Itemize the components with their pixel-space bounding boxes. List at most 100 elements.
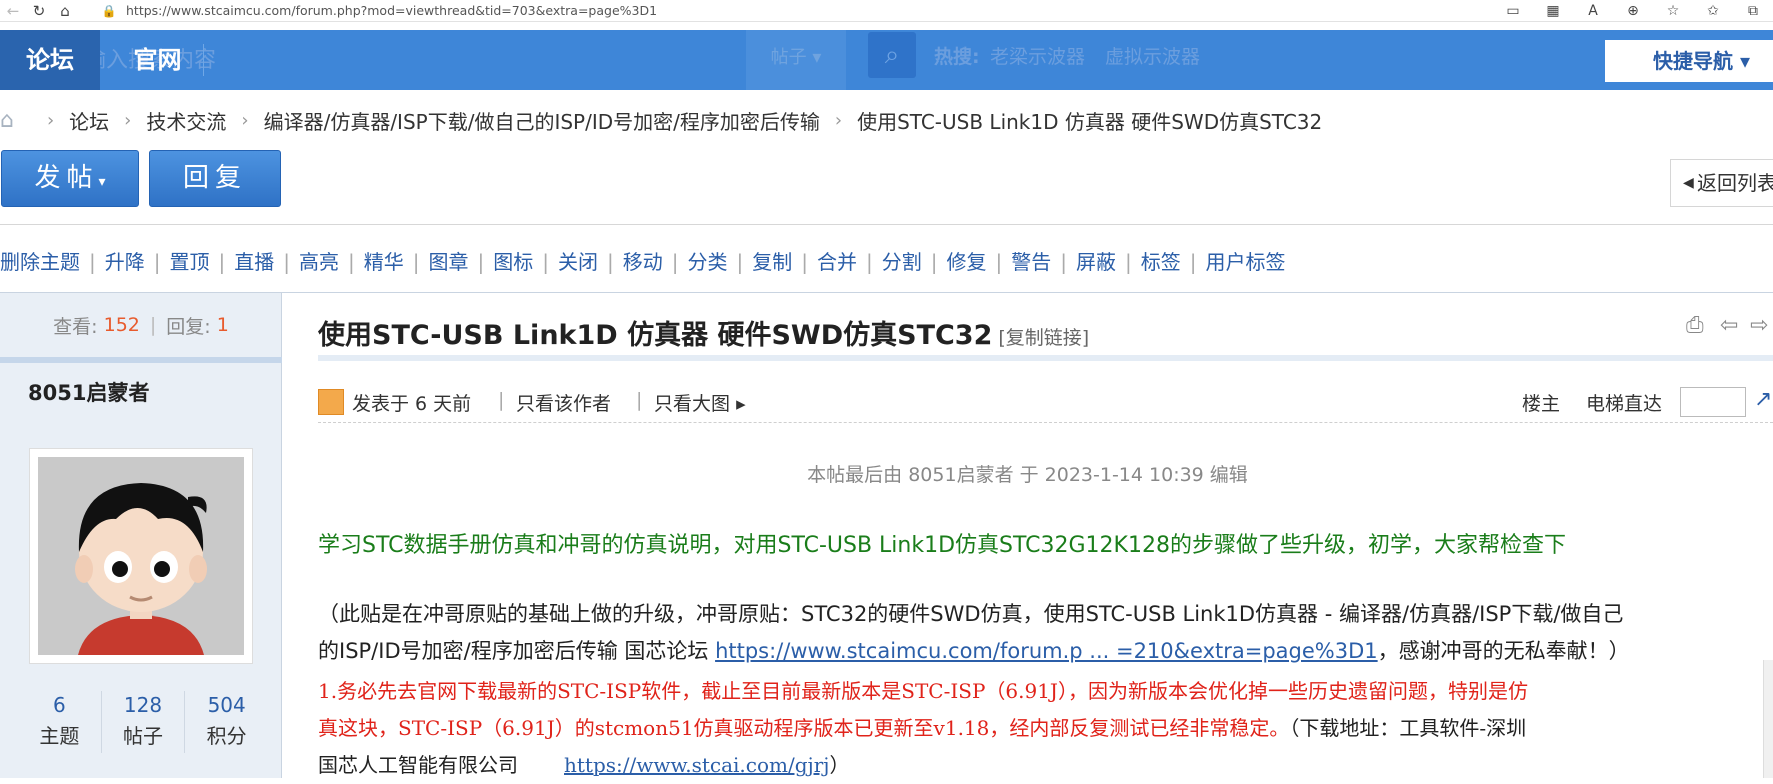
header-divider <box>203 44 204 76</box>
site-header: 请输入搜索内容 论坛 官网 帖子 ▾ ⌕ 热搜: 老梁示波器 虚拟示波器 快捷导… <box>0 30 1773 90</box>
next-thread-icon[interactable]: ⇨ <box>1750 313 1768 338</box>
search-type-select[interactable]: 帖子 ▾ <box>746 30 846 90</box>
mod-action-link[interactable]: 图章 <box>429 250 469 274</box>
breadcrumb-separator: › <box>834 109 843 131</box>
scrollbar[interactable] <box>1763 660 1773 778</box>
paragraph-line: 的ISP/ID号加密/程序加密后传输 国芯论坛 https://www.stca… <box>318 633 1773 670</box>
download-link[interactable]: https://www.stcai.com/gjrj <box>564 753 829 777</box>
mod-action-link[interactable]: 移动 <box>623 250 663 274</box>
reply-button[interactable]: 回复 <box>149 150 281 207</box>
breadcrumb-tech[interactable]: 技术交流 <box>146 106 226 135</box>
stat-value: 128 <box>123 693 163 717</box>
print-icon[interactable]: ⎙ <box>1686 313 1704 338</box>
mod-action-link[interactable]: 删除主题 <box>0 250 80 274</box>
avatar-illustration <box>38 457 244 655</box>
copy-link[interactable]: [复制链接] <box>998 327 1089 349</box>
read-aloud-icon[interactable]: A <box>1573 3 1613 19</box>
mod-action-separator: | <box>1060 250 1067 274</box>
author-stat-points[interactable]: 504 积分 <box>185 691 268 753</box>
sidebar-accent-bar <box>0 357 282 363</box>
post-button[interactable]: 发帖▾ <box>1 150 139 207</box>
elevator-label: 电梯直达 <box>1586 393 1663 415</box>
refresh-icon[interactable]: ↻ <box>26 2 52 20</box>
author-stat-topics[interactable]: 6 主题 <box>18 691 102 753</box>
mod-action-separator: | <box>348 250 355 274</box>
paragraph-text: 的ISP/ID号加密/程序加密后传输 国芯论坛 <box>318 639 716 663</box>
quick-nav-button[interactable]: 快捷导航 ▾ <box>1605 40 1773 82</box>
stat-label: 主题 <box>39 724 80 748</box>
search-type-label: 帖子 <box>770 47 807 68</box>
back-to-list-label: 返回列表 <box>1697 171 1773 195</box>
back-to-list-button[interactable]: ◀ 返回列表 <box>1670 159 1773 207</box>
apps-icon[interactable]: ▦ <box>1533 3 1573 19</box>
home-icon[interactable]: ⌂ <box>0 108 14 133</box>
mod-action-link[interactable]: 高亮 <box>299 250 339 274</box>
mod-action-link[interactable]: 警告 <box>1011 250 1051 274</box>
zoom-icon[interactable]: ⊕ <box>1613 3 1653 19</box>
mod-action-separator: | <box>866 250 873 274</box>
stats-separator: | <box>149 314 157 336</box>
mod-action-link[interactable]: 修复 <box>947 250 987 274</box>
author-stats: 6 主题 128 帖子 504 积分 <box>18 691 268 753</box>
mod-action-link[interactable]: 置顶 <box>170 250 210 274</box>
author-stat-posts[interactable]: 128 帖子 <box>102 691 186 753</box>
only-images-link[interactable]: 只看大图 ▸ <box>654 389 746 416</box>
paragraph-text: ，感谢冲哥的无私奉献！） <box>1377 639 1630 663</box>
mod-action-link[interactable]: 屏蔽 <box>1076 250 1116 274</box>
mod-action-separator: | <box>671 250 679 274</box>
floor-jump-input[interactable] <box>1680 387 1746 417</box>
post-meta: 发表于 6 天前 | 只看该作者 | 只看大图 ▸ 楼主 电梯直达 ↗ <box>318 383 1773 423</box>
search-icon: ⌕ <box>884 40 900 70</box>
mod-action-separator: | <box>218 250 226 274</box>
collections-icon[interactable]: ⧉ <box>1733 3 1773 19</box>
breadcrumb-board[interactable]: 编译器/仿真器/ISP下载/做自己的ISP/ID号加密/程序加密后传输 <box>264 106 820 135</box>
app-available-icon[interactable]: ▭ <box>1493 3 1533 19</box>
paragraph-line: 国芯人工智能有限公司 https://www.stcai.com/gjrj） <box>318 747 1773 784</box>
mod-action-separator: | <box>89 250 96 274</box>
thread-title-text: 使用STC-USB Link1D 仿真器 硬件SWD仿真STC32 <box>318 320 993 351</box>
mod-action-link[interactable]: 分类 <box>688 250 728 274</box>
original-post-link[interactable]: https://www.stcaimcu.com/forum.p ... =21… <box>715 639 1378 663</box>
author-name[interactable]: 8051启蒙者 <box>28 377 149 407</box>
prev-thread-icon[interactable]: ⇦ <box>1720 313 1738 338</box>
mod-action-link[interactable]: 用户标签 <box>1206 250 1286 274</box>
url-field[interactable]: https://www.stcaimcu.com/forum.php?mod=v… <box>126 3 657 18</box>
post-paragraph: （此贴是在冲哥原贴的基础上做的升级，冲哥原贴：STC32的硬件SWD仿真，使用S… <box>318 596 1773 670</box>
lock-icon[interactable]: 🔒 <box>98 4 120 18</box>
mod-action-separator: | <box>801 250 808 274</box>
mod-action-link[interactable]: 关闭 <box>558 250 598 274</box>
author-sidebar: 查看: 152 | 回复: 1 8051启蒙者 6 主题 128 帖子 504 … <box>0 293 282 778</box>
mod-action-link[interactable]: 分割 <box>882 250 922 274</box>
tab-official-site[interactable]: 官网 <box>110 30 205 90</box>
tab-forum[interactable]: 论坛 <box>0 30 100 90</box>
search-button[interactable]: ⌕ <box>868 32 916 78</box>
meta-separator: | <box>498 389 505 411</box>
favorites-icon[interactable]: ✩ <box>1693 3 1733 19</box>
chevron-down-icon: ▾ <box>1739 49 1751 73</box>
mod-action-link[interactable]: 升降 <box>105 250 145 274</box>
breadcrumb-forum[interactable]: 论坛 <box>69 106 109 135</box>
paragraph-text: ） <box>829 753 850 777</box>
views-label: 查看: <box>53 315 98 338</box>
breadcrumb-thread[interactable]: 使用STC-USB Link1D 仿真器 硬件SWD仿真STC32 <box>857 106 1322 135</box>
paragraph-line: （此贴是在冲哥原贴的基础上做的升级，冲哥原贴：STC32的硬件SWD仿真，使用S… <box>318 602 1624 626</box>
mod-action-separator: | <box>153 250 161 274</box>
mod-action-separator: | <box>736 250 744 274</box>
mod-action-link[interactable]: 合并 <box>817 250 857 274</box>
mod-action-link[interactable]: 精华 <box>364 250 404 274</box>
only-author-link[interactable]: 只看该作者 <box>516 389 611 416</box>
mod-action-link[interactable]: 直播 <box>234 250 274 274</box>
favorite-add-icon[interactable]: ☆ <box>1653 3 1693 19</box>
post-main: 使用STC-USB Link1D 仿真器 硬件SWD仿真STC32 [复制链接] … <box>283 293 1773 778</box>
home-icon[interactable]: ⌂ <box>52 2 78 20</box>
post-intro: 学习STC数据手册仿真和冲哥的仿真说明，对用STC-USB Link1D仿真ST… <box>318 533 1566 558</box>
avatar[interactable] <box>29 448 253 664</box>
hot-search-item[interactable]: 虚拟示波器 <box>1105 42 1200 69</box>
mod-action-link[interactable]: 标签 <box>1141 250 1181 274</box>
back-icon[interactable]: ← <box>0 2 26 20</box>
hot-search-item[interactable]: 老梁示波器 <box>990 42 1085 69</box>
mod-action-link[interactable]: 复制 <box>752 250 792 274</box>
chevron-down-icon: ▾ <box>98 174 106 190</box>
mod-action-link[interactable]: 图标 <box>493 250 533 274</box>
go-arrow-icon[interactable]: ↗ <box>1754 387 1772 412</box>
